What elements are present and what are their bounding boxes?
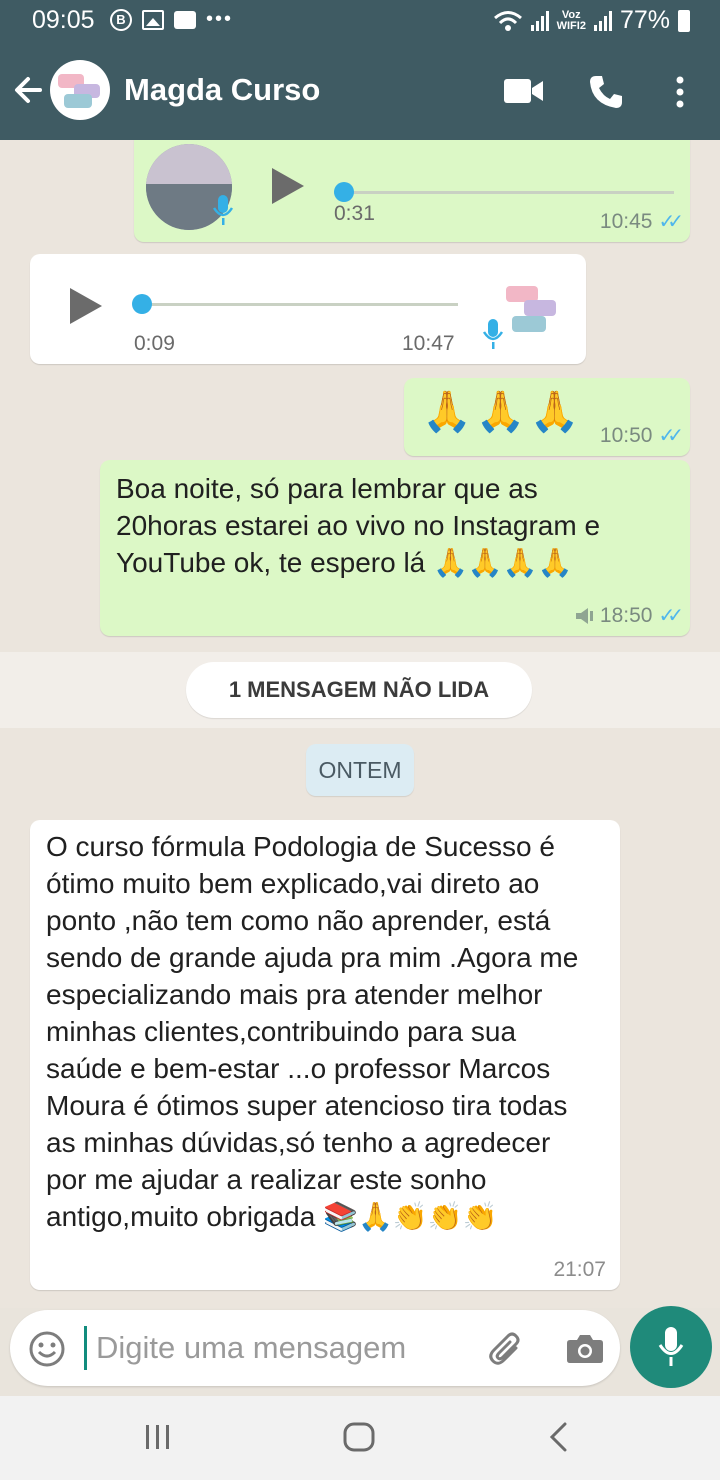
- audio-progress-track[interactable]: [334, 191, 674, 194]
- sender-profile-thumbnail: [496, 274, 568, 346]
- audio-progress-track[interactable]: [134, 303, 458, 306]
- play-icon[interactable]: [68, 286, 104, 326]
- battery-percent: 77%: [619, 6, 670, 34]
- message-time: 10:50: [599, 423, 653, 447]
- microphone-icon: [658, 1327, 684, 1366]
- emoji-text: 🙏🙏🙏: [422, 390, 584, 434]
- message-time: 10:45: [599, 209, 653, 233]
- b-badge-icon: B: [110, 8, 132, 31]
- notification-icons: B •••: [110, 8, 233, 31]
- message-input[interactable]: Digite uma mensagem: [96, 1330, 406, 1366]
- message-composer[interactable]: Digite uma mensagem: [10, 1310, 620, 1386]
- audio-duration: 0:09: [134, 332, 175, 355]
- read-ticks-icon: ✓✓: [658, 605, 683, 627]
- contact-avatar[interactable]: [50, 60, 110, 120]
- emoji-message-outgoing[interactable]: 🙏🙏🙏 10:50 ✓✓: [404, 378, 690, 456]
- play-icon[interactable]: [270, 166, 306, 206]
- text-message-outgoing[interactable]: Boa noite, só para lembrar que as 20hora…: [100, 460, 690, 636]
- gallery-notification-icon: [142, 9, 164, 30]
- microphone-icon: [482, 319, 504, 349]
- message-meta: 21:07: [553, 1258, 606, 1282]
- message-notification-icon: [174, 10, 196, 29]
- message-time: 10:47: [402, 332, 455, 355]
- status-time: 09:05: [32, 6, 95, 34]
- battery-icon: [678, 9, 690, 32]
- read-ticks-icon: ✓✓: [658, 425, 683, 447]
- text-cursor: [84, 1326, 87, 1370]
- emoji-icon[interactable]: [28, 1330, 66, 1368]
- audio-message-incoming[interactable]: 0:09 10:47: [30, 254, 586, 364]
- voice-record-button[interactable]: [630, 1306, 712, 1388]
- broadcast-icon: [575, 607, 593, 624]
- microphone-icon: [212, 195, 234, 225]
- attach-icon[interactable]: [488, 1330, 526, 1368]
- read-ticks-icon: ✓✓: [658, 211, 683, 233]
- audio-duration: 0:31: [334, 202, 375, 225]
- voz-wifi-indicator: Voz WIFI2: [556, 8, 586, 32]
- audio-progress-handle[interactable]: [132, 294, 152, 314]
- back-icon[interactable]: [548, 1422, 570, 1452]
- date-chip: ONTEM: [306, 744, 414, 796]
- phone-icon[interactable]: [588, 74, 624, 110]
- back-arrow-icon[interactable]: [10, 70, 46, 110]
- video-call-icon[interactable]: [504, 78, 544, 104]
- signal-icon-2: [593, 10, 612, 31]
- message-time: 21:07: [553, 1258, 606, 1281]
- camera-icon[interactable]: [566, 1332, 604, 1364]
- chat-area[interactable]: 0:31 10:45 ✓✓ 0:09 10:47 🙏🙏🙏 10:50 ✓✓ Bo…: [0, 140, 720, 1308]
- more-notifications-icon: •••: [206, 8, 234, 30]
- message-meta: 10:50 ✓✓: [599, 423, 684, 448]
- recent-apps-icon[interactable]: [144, 1424, 172, 1450]
- more-options-icon[interactable]: [674, 76, 686, 108]
- contact-name[interactable]: Magda Curso: [124, 72, 320, 108]
- chat-header: Magda Curso: [0, 42, 720, 140]
- signal-icon: [530, 10, 549, 31]
- audio-progress-handle[interactable]: [334, 182, 354, 202]
- wifi-icon: [493, 10, 522, 31]
- message-body: O curso fórmula Podologia de Sucesso é ó…: [46, 831, 579, 1232]
- audio-message-outgoing[interactable]: 0:31 10:45 ✓✓: [134, 140, 690, 242]
- system-status: Voz WIFI2 77%: [493, 6, 690, 35]
- message-meta: 10:45 ✓✓: [599, 209, 684, 234]
- system-navigation-bar: [0, 1396, 720, 1480]
- message-meta: 18:50 ✓✓: [574, 603, 684, 628]
- home-icon[interactable]: [343, 1422, 375, 1452]
- message-time: 18:50: [599, 603, 653, 627]
- status-bar: 09:05 B ••• Voz WIFI2 77%: [0, 0, 720, 42]
- unread-messages-label: 1 MENSAGEM NÃO LIDA: [186, 662, 532, 718]
- message-body: Boa noite, só para lembrar que as 20hora…: [116, 473, 601, 578]
- text-message-incoming[interactable]: O curso fórmula Podologia de Sucesso é ó…: [30, 820, 620, 1290]
